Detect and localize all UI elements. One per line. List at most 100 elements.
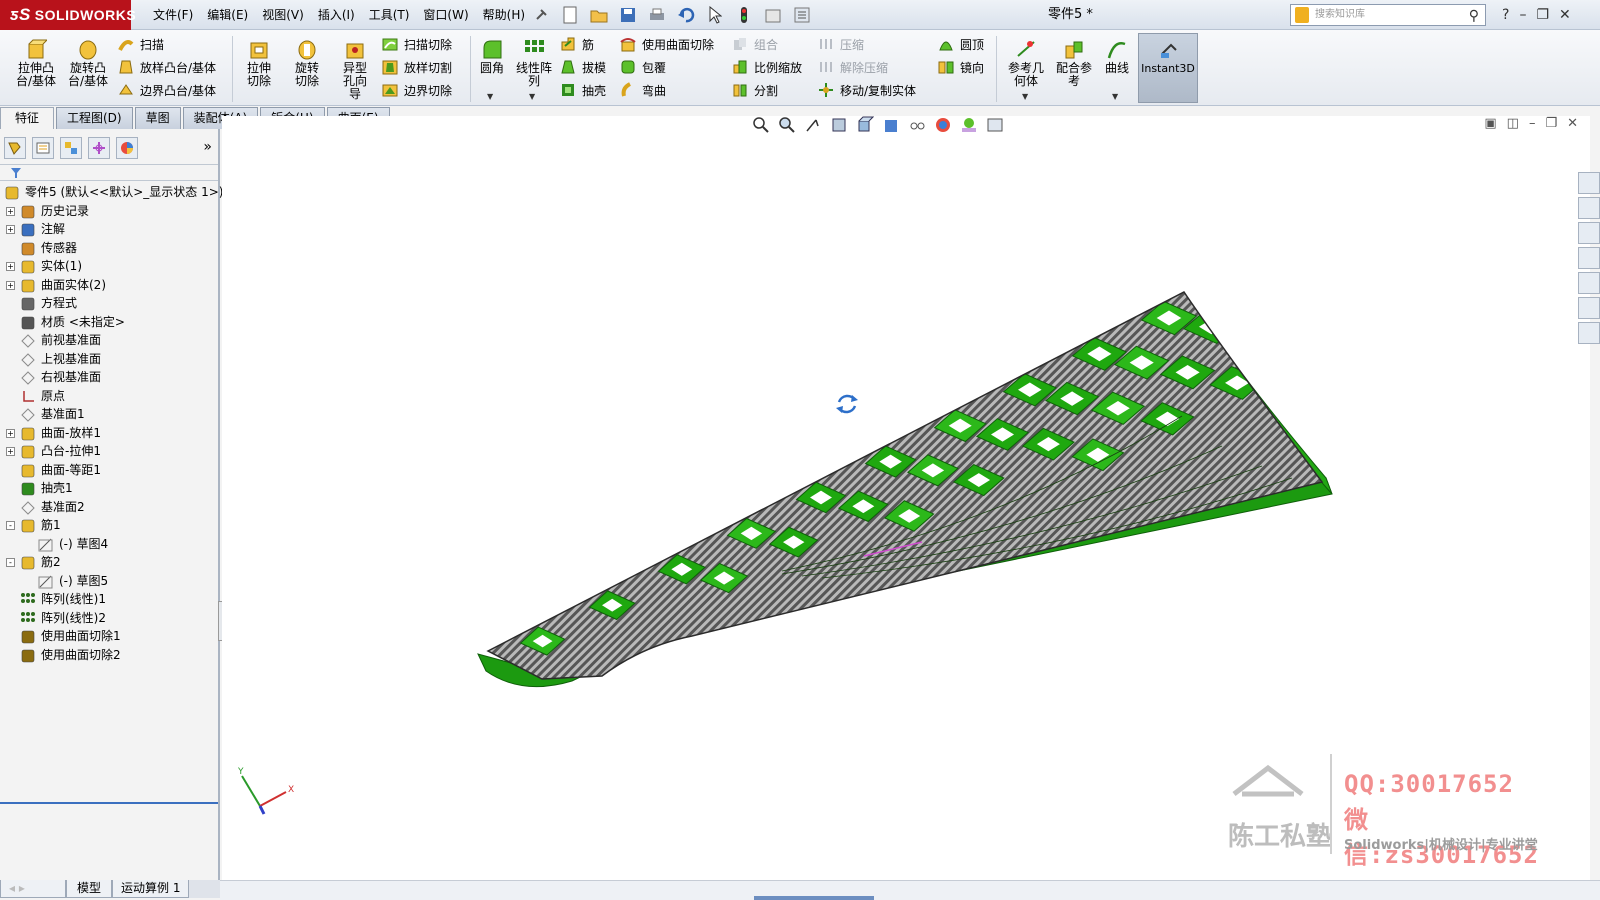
menu-edit[interactable]: 编辑(E) [200,0,255,30]
expand-icon[interactable]: + [6,206,15,216]
combine-button[interactable]: 组合 [732,34,778,54]
linear-pattern-button[interactable]: 线性阵列 [512,38,556,88]
boundary-cut-button[interactable]: 边界切除 [382,80,452,100]
options-icon[interactable] [791,4,813,26]
horizontal-scroll-thumb[interactable] [754,896,874,900]
mate-reference-button[interactable]: 配合参考 [1052,38,1096,88]
view-palette-icon[interactable] [1578,272,1600,294]
menu-insert[interactable]: 插入(I) [311,0,362,30]
tree-item[interactable]: 基准面2 [0,498,218,517]
tab-drawing[interactable]: 工程图(D) [56,107,133,129]
undo-icon[interactable] [675,4,697,26]
tree-item[interactable]: 使用曲面切除2 [0,646,218,665]
tree-item[interactable]: 上视基准面 [0,350,218,369]
tree-item[interactable]: 阵列(线性)1 [0,590,218,609]
file-properties-icon[interactable] [762,4,784,26]
appearances-icon[interactable] [1578,297,1600,319]
solidworks-logo[interactable]: ƽS SOLIDWORKS [0,0,136,30]
extrude-cut-button[interactable]: 拉伸切除 [238,38,280,88]
new-document-icon[interactable] [559,4,581,26]
chevron-down-icon[interactable]: ▼ [529,92,535,101]
shell-button[interactable]: 抽壳 [560,80,606,100]
draft-button[interactable]: 拔模 [560,57,606,77]
boundary-boss-button[interactable]: 边界凸台/基体 [118,80,216,100]
design-library-icon[interactable] [1578,197,1600,219]
tree-item[interactable]: + 实体(1) [0,257,218,276]
tab-features[interactable]: 特征 [0,107,54,129]
hole-wizard-button[interactable]: 异型孔向导 [334,38,376,101]
fillet-button[interactable]: 圆角 [474,38,510,75]
extrude-boss-button[interactable]: 拉伸凸台/基体 [12,38,60,88]
flex-button[interactable]: 弯曲 [620,80,666,100]
tree-item[interactable]: 右视基准面 [0,368,218,387]
tab-motion-study[interactable]: 运动算例 1 [112,880,190,898]
revolve-boss-button[interactable]: 旋转凸台/基体 [64,38,112,88]
tree-item[interactable]: 阵列(线性)2 [0,609,218,628]
tree-item[interactable]: 传感器 [0,239,218,258]
help-icon[interactable]: ? [1502,0,1509,30]
search-icon[interactable]: ⚲ [1469,6,1479,26]
search-input[interactable]: 搜索知识库 ⚲ [1290,4,1486,26]
print-icon[interactable] [646,4,668,26]
close-icon[interactable]: ✕ [1559,0,1571,30]
expand-icon[interactable]: + [6,280,15,290]
tree-item[interactable]: + 曲面-放样1 [0,424,218,443]
tree-item[interactable]: (-) 草图5 [0,572,218,591]
menu-tools[interactable]: 工具(T) [362,0,417,30]
menu-help[interactable]: 帮助(H) [476,0,532,30]
revolve-cut-button[interactable]: 旋转切除 [286,38,328,88]
wrap-button[interactable]: 包覆 [620,57,666,77]
restore-icon[interactable]: ❐ [1536,0,1549,30]
tree-item[interactable]: 前视基准面 [0,331,218,350]
property-manager-icon[interactable] [32,137,54,159]
rib-button[interactable]: 筋 [560,34,594,54]
move-copy-body-button[interactable]: 移动/复制实体 [818,80,916,100]
tree-item[interactable]: - 筋2 [0,553,218,572]
chevron-down-icon[interactable]: ▼ [1022,92,1028,101]
indent-button[interactable]: 压缩 [818,34,864,54]
open-folder-icon[interactable] [588,4,610,26]
tree-item[interactable]: 材质 <未指定> [0,313,218,332]
select-arrow-icon[interactable] [704,4,726,26]
collapse-icon[interactable]: - [6,558,15,567]
sweep-cut-button[interactable]: 扫描切除 [382,34,452,54]
chevron-right-icon[interactable]: » [203,139,212,155]
loft-cut-button[interactable]: 放样切割 [382,57,452,77]
unsuppress-button[interactable]: 解除压缩 [818,57,888,77]
expand-icon[interactable]: + [6,225,15,234]
tree-item[interactable]: 曲面-等距1 [0,461,218,480]
display-manager-icon[interactable] [116,137,138,159]
custom-properties-icon[interactable] [1578,322,1600,344]
tree-item[interactable]: 使用曲面切除1 [0,627,218,646]
minimize-icon[interactable]: – [1519,0,1526,30]
tree-item[interactable]: + 注解 [0,220,218,239]
tree-filter[interactable] [0,165,218,181]
tab-model[interactable]: 模型 [66,880,112,898]
tab-sketch[interactable]: 草图 [134,107,181,129]
sweep-button[interactable]: 扫描 [118,34,164,54]
rebuild-icon[interactable] [733,4,755,26]
tree-item[interactable]: - 筋1 [0,516,218,535]
tree-item[interactable]: 原点 [0,387,218,406]
reference-geometry-button[interactable]: 参考几何体 [1004,38,1048,88]
curves-button[interactable]: 曲线 [1100,38,1134,75]
tree-item[interactable]: (-) 草图4 [0,535,218,554]
expand-icon[interactable]: + [6,262,15,271]
tab-scroll-arrows[interactable]: ◂ ▸ [0,880,66,898]
dimxpert-icon[interactable] [88,137,110,159]
tree-item[interactable]: + 历史记录 [0,202,218,221]
tree-rollback-bar[interactable] [0,802,218,804]
dome-button[interactable]: 圆顶 [938,34,984,54]
menu-window[interactable]: 窗口(W) [416,0,475,30]
pin-icon[interactable] [530,4,552,26]
loft-boss-button[interactable]: 放样凸台/基体 [118,57,216,77]
feature-tree-icon[interactable] [4,137,26,159]
scale-button[interactable]: 比例缩放 [732,57,802,77]
tree-item[interactable]: 基准面1 [0,405,218,424]
tree-item[interactable]: 方程式 [0,294,218,313]
expand-icon[interactable]: + [6,447,15,456]
chevron-down-icon[interactable]: ▼ [1112,92,1118,101]
collapse-icon[interactable]: - [6,521,15,530]
file-explorer-icon[interactable] [1578,222,1600,244]
tree-item[interactable]: 零件5 (默认<<默认>_显示状态 1>) [0,183,223,202]
